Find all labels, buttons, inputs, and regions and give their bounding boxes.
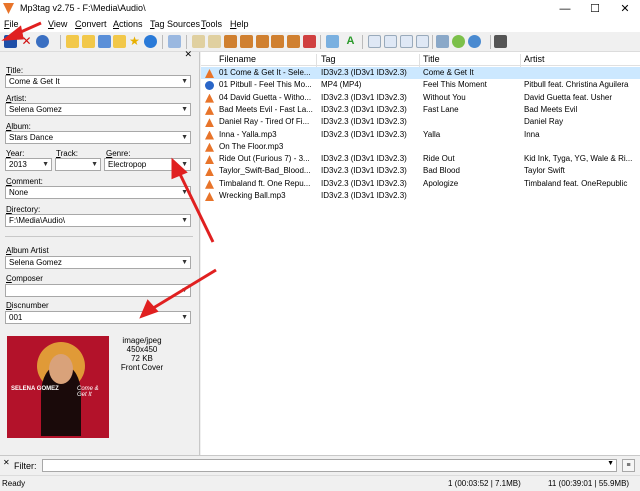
annotation-arrows bbox=[1, 21, 217, 319]
annotation-arrow bbox=[139, 268, 217, 319]
annotation-arrow bbox=[171, 157, 215, 243]
annotation-arrow bbox=[1, 21, 42, 41]
